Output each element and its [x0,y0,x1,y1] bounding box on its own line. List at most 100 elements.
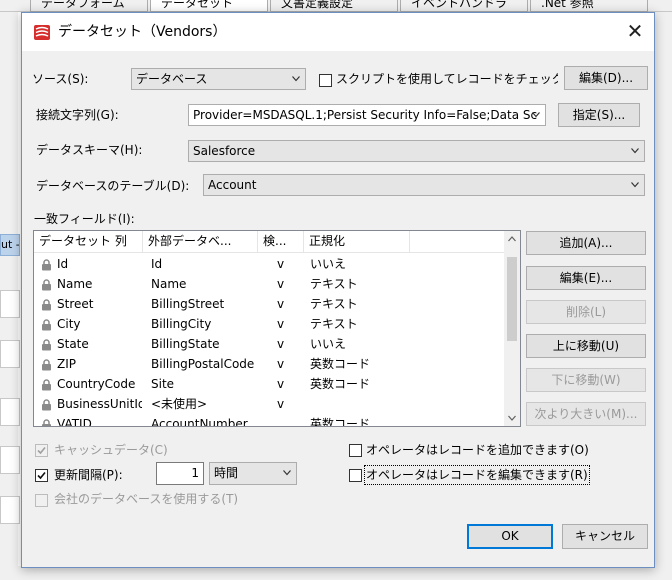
chevron-down-icon [631,148,639,154]
table-row[interactable]: Id Id v いいえ [34,254,504,274]
delete-field-button[interactable]: 削除(L) [526,300,646,324]
check-icon [37,446,46,455]
dataset-column-cell: Street [57,297,94,311]
close-button[interactable]: ✕ [618,17,652,47]
external-column-cell: AccountNumber [151,417,248,427]
table-row[interactable]: VATID AccountNumber 英数コード [34,414,504,427]
check-cell [277,414,297,426]
script-check-checkbox[interactable] [319,74,332,87]
lock-icon [41,377,52,391]
interval-unit-value: 時間 [214,466,239,480]
cache-data-checkbox[interactable] [35,444,48,457]
add-field-button[interactable]: 追加(A)... [526,231,646,255]
operator-edit-checkbox[interactable] [349,469,362,482]
normalize-cell: 英数コード [310,417,371,427]
table-label: データベースのテーブル(D): [36,179,190,193]
operator-edit-label: オペレータはレコードを編集できます(R) [364,465,590,485]
column-header[interactable]: 検... [258,231,304,253]
background-bottom-panel [0,566,672,580]
specify-button[interactable]: 指定(S)... [558,103,640,127]
background-tab-net-reference[interactable]: .Net 参照 [530,0,648,12]
lock-icon [41,337,52,351]
table-row[interactable]: ZIP BillingPostalCode v 英数コード [34,354,504,374]
dataset-column-cell: City [57,317,81,331]
background-left-cell [0,398,20,426]
background-tab-event-handler[interactable]: イベントハンドラ [400,0,528,12]
check-cell: v [277,317,285,331]
cache-data-label: キャッシュデータ(C) [54,443,168,457]
table-row[interactable]: State BillingState v いいえ [34,334,504,354]
dataset-icon [34,25,50,43]
connection-string-label: 接続文字列(G): [36,108,119,122]
check-cell: v [277,377,285,391]
connection-string-select[interactable]: Provider=MSDASQL.1;Persist Security Info… [188,104,546,126]
list-header: データセット 列 外部データベ... 検... 正規化 [34,231,504,253]
normalize-cell: いいえ [310,257,347,271]
edit-script-button[interactable]: 編集(D)... [564,66,648,90]
table-row[interactable]: Name Name v テキスト [34,274,504,294]
update-interval-checkbox[interactable] [35,469,48,482]
table-row[interactable]: Street BillingStreet v テキスト [34,294,504,314]
normalize-cell [310,394,410,414]
lock-icon [41,417,52,426]
dataset-column-cell: BusinessUnitId [57,397,142,411]
scroll-up-icon[interactable] [508,236,516,242]
source-value: データベース [136,72,208,86]
external-column-cell: Site [151,377,175,391]
source-select[interactable]: データベース [131,68,306,90]
table-row[interactable]: BusinessUnitId <未使用> v [34,394,504,414]
table-value: Account [208,178,257,192]
column-header[interactable]: 正規化 [304,231,410,253]
background-left-cell [0,290,20,318]
background-left-cell [0,340,20,368]
column-header[interactable]: 外部データベ... [143,231,258,253]
background-tab-data-form[interactable]: データフォーム [30,0,148,12]
match-fields-list[interactable]: データセット 列 外部データベ... 検... 正規化 Id Id v いいえ Name… [33,230,521,427]
list-scrollbar[interactable] [504,231,520,426]
external-column-cell: BillingState [151,337,220,351]
dataset-column-cell: VATID [57,417,92,427]
scroll-down-icon[interactable] [508,415,516,421]
dataset-column-cell: CountryCode [57,377,136,391]
background-left-label: ut - [0,234,20,256]
schema-select[interactable]: Salesforce [188,140,645,162]
table-row[interactable]: CountryCode Site v 英数コード [34,374,504,394]
move-up-button[interactable]: 上に移動(U) [526,334,646,358]
use-company-db-checkbox[interactable] [35,494,48,507]
next-larger-button[interactable]: 次より大きい(M)... [526,402,646,426]
interval-unit-select[interactable]: 時間 [209,462,297,485]
column-header[interactable]: データセット 列 [34,231,143,253]
background-tab-strip: データフォーム データセット 文書定義設定 イベントハンドラ .Net 参照 [0,0,672,12]
external-column-cell: BillingStreet [151,297,225,311]
update-interval-input[interactable]: 1 [156,462,204,485]
table-row[interactable]: City BillingCity v テキスト [34,314,504,334]
dataset-column-cell: Name [57,277,93,291]
script-check-label: スクリプトを使用してレコードをチェック(I [336,72,558,86]
external-column-cell: BillingPostalCode [151,357,255,371]
schema-value: Salesforce [193,144,256,158]
chevron-down-icon [292,76,300,82]
check-cell: v [277,357,285,371]
background-tab-document-definition[interactable]: 文書定義設定 [270,0,398,12]
check-cell: v [277,337,285,351]
background-left-cell [0,496,20,524]
normalize-cell: テキスト [310,297,358,311]
connection-string-value: Provider=MSDASQL.1;Persist Security Info… [193,108,538,122]
table-select[interactable]: Account [203,174,645,196]
normalize-cell: 英数コード [310,377,371,391]
dialog-title: データセット（Vendors） [58,24,227,40]
edit-field-button[interactable]: 編集(E)... [526,266,646,290]
background-tab-dataset[interactable]: データセット [150,0,268,12]
scrollbar-thumb[interactable] [507,257,517,341]
match-fields-label: 一致フィールド(I): [34,212,135,226]
lock-icon [41,397,52,411]
external-column-cell: Name [151,277,187,291]
normalize-cell: 英数コード [310,357,371,371]
operator-add-checkbox[interactable] [349,444,362,457]
lock-icon [41,257,52,271]
move-down-button[interactable]: 下に移動(W) [526,368,646,392]
background-right-panel [652,12,672,580]
cancel-button[interactable]: キャンセル [562,524,648,549]
normalize-cell: テキスト [310,277,358,291]
ok-button[interactable]: OK [467,524,553,549]
